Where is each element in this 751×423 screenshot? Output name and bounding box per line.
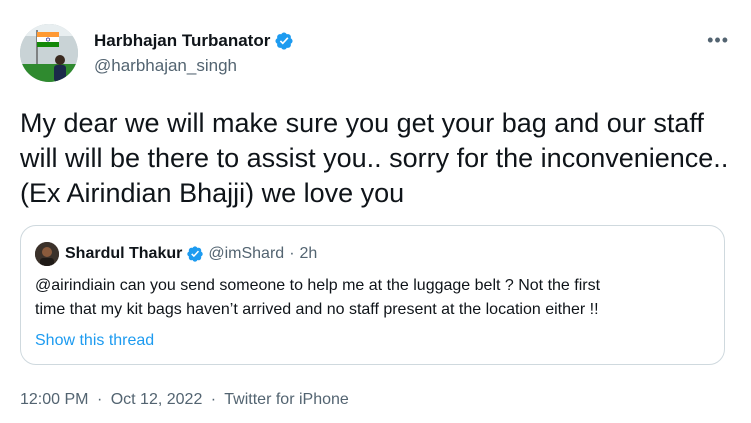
verified-badge-icon (275, 32, 293, 50)
quoted-tweet-text: @airindiain can you send someone to help… (35, 274, 715, 322)
tweet-metadata: 12:00 PM · Oct 12, 2022 · Twitter for iP… (20, 389, 349, 411)
quoted-verified-badge-icon (187, 246, 204, 262)
avatar-image (20, 24, 78, 82)
tweet-date[interactable]: Oct 12, 2022 (111, 391, 203, 408)
show-thread-link[interactable]: Show this thread (35, 329, 154, 353)
author-name-row: Harbhajan Turbanator (94, 30, 294, 52)
quoted-text-line-2: time that my kit bags haven’t arrived an… (35, 301, 599, 318)
meta-separator-2: · (210, 391, 217, 408)
quoted-avatar-image (35, 242, 59, 266)
tweet-card: Harbhajan Turbanator @harbhajan_singh ••… (0, 0, 751, 423)
author-info: Harbhajan Turbanator @harbhajan_singh (94, 30, 294, 77)
quoted-author-avatar[interactable] (35, 242, 59, 266)
author-avatar[interactable] (20, 24, 78, 82)
quoted-author-display-name[interactable]: Shardul Thakur (65, 245, 182, 263)
quoted-timestamp[interactable]: 2h (300, 245, 318, 263)
tweet-time[interactable]: 12:00 PM (20, 391, 88, 408)
author-display-name[interactable]: Harbhajan Turbanator (94, 30, 270, 52)
meta-separator: · (96, 391, 103, 408)
quoted-text-line-1: @airindiain can you send someone to help… (35, 277, 601, 294)
more-options-icon[interactable]: ••• (707, 30, 729, 50)
author-handle[interactable]: @harbhajan_singh (94, 55, 294, 77)
quoted-tweet[interactable]: Shardul Thakur @imShard · 2h @airindiain… (20, 225, 725, 365)
quoted-separator: · (289, 245, 295, 262)
quoted-author-handle[interactable]: @imShard (208, 245, 284, 263)
tweet-text: My dear we will make sure you get your b… (20, 108, 729, 208)
quoted-tweet-header: Shardul Thakur @imShard · 2h (35, 242, 317, 266)
tweet-source[interactable]: Twitter for iPhone (224, 391, 349, 408)
